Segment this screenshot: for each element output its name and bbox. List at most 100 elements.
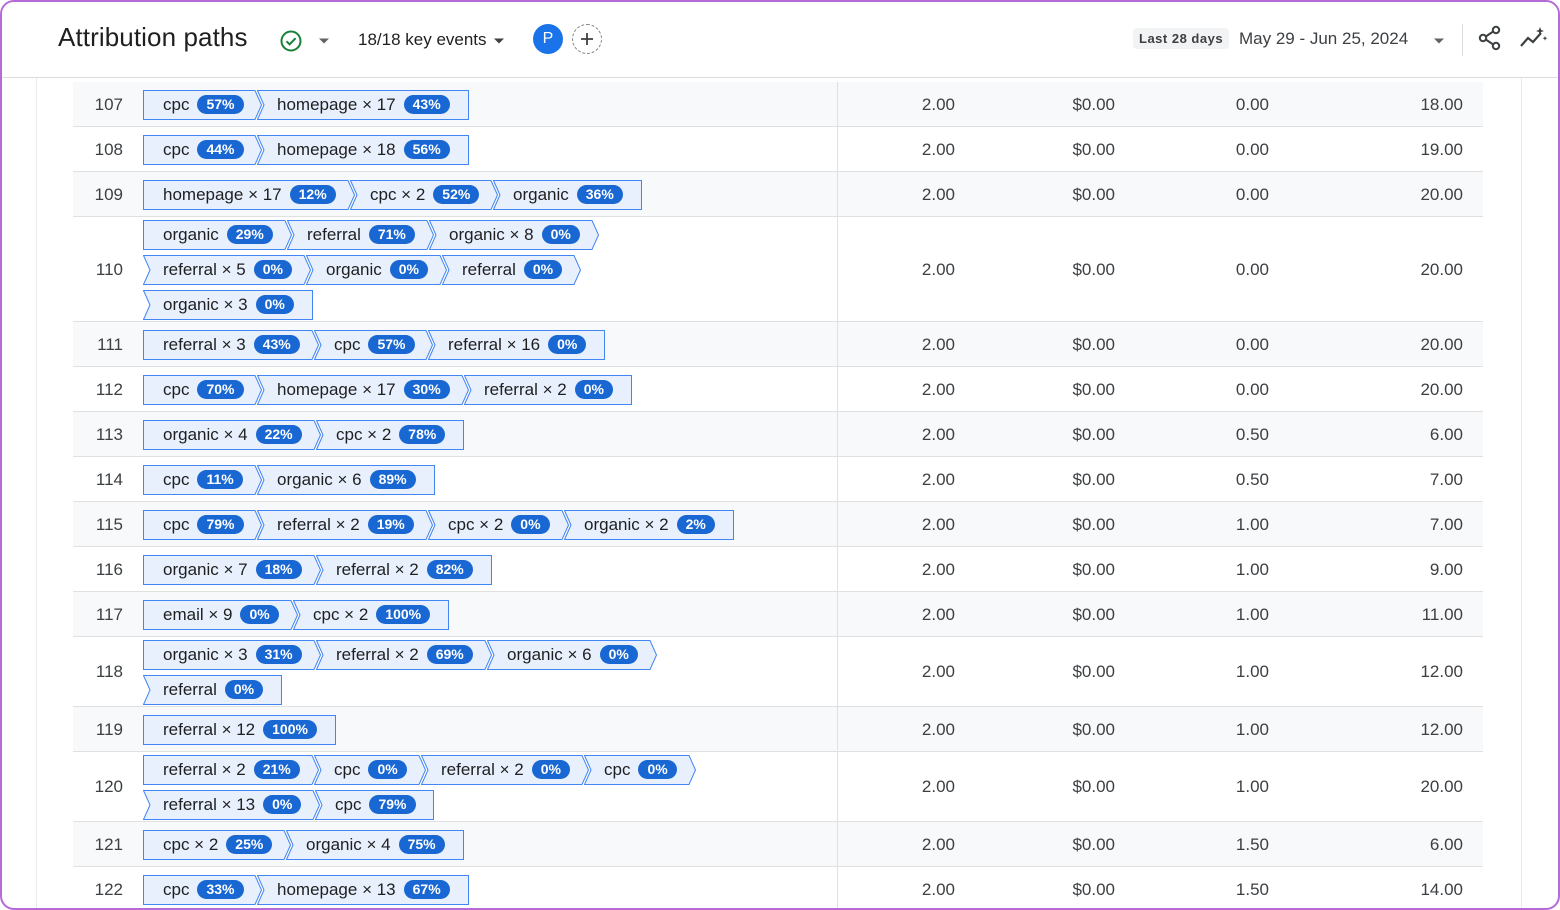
table-row[interactable]: 118 organic × 3 31% referral × 2 69% organic …	[73, 637, 1483, 707]
path-step-label: cpc × 2	[313, 604, 369, 624]
path-step-chip[interactable]: referral × 2 0%	[464, 374, 632, 405]
path-step-chip[interactable]: cpc 70%	[143, 374, 262, 405]
revenue-value: $0.00	[1072, 777, 1115, 796]
path-step-chip[interactable]: referral × 2 82%	[316, 554, 492, 585]
table-row[interactable]: 112 cpc 70% homepage × 17 30% referral × 2 0% 2…	[73, 367, 1483, 412]
row-number: 116	[95, 559, 123, 579]
credit-percent-badge: 31%	[255, 645, 302, 664]
table-row[interactable]: 117 email × 9 0% cpc × 2 100% 2.00 $0.00 1.00 11…	[73, 592, 1483, 637]
table-row[interactable]: 122 cpc 33% homepage × 13 67% 2.00 $0.00 1.50 14…	[73, 867, 1483, 908]
path-step-chip[interactable]: cpc × 2 52%	[350, 179, 498, 210]
path-step-chip[interactable]: referral × 2 69%	[316, 639, 492, 670]
touchpoints-value: 6.00	[1429, 424, 1463, 444]
path-step-chip[interactable]: organic 0%	[306, 254, 447, 285]
credit-percent-badge: 44%	[197, 140, 244, 159]
path-step-chip[interactable]: referral × 2 19%	[257, 509, 433, 540]
path-step-chip[interactable]: organic × 7 18%	[143, 554, 321, 585]
path-step-chip[interactable]: referral × 5 0%	[143, 254, 311, 285]
date-range-picker[interactable]: May 29 - Jun 25, 2024	[1239, 29, 1408, 49]
table-row[interactable]: 120 referral × 2 21% cpc 0% referral × 2 0% cpc…	[73, 752, 1483, 822]
path-step-chip[interactable]: cpc 0%	[584, 754, 696, 785]
path-step-chip[interactable]: referral 0%	[442, 254, 581, 285]
path-step-chip[interactable]: referral 0%	[143, 674, 282, 705]
path-step-chip[interactable]: cpc × 2 25%	[143, 829, 291, 860]
path-step-chip[interactable]: referral × 2 21%	[143, 754, 319, 785]
touchpoints-value: 6.00	[1429, 834, 1463, 854]
path-step-chip[interactable]: cpc 44%	[143, 134, 262, 165]
path-step-label: organic × 2	[584, 514, 669, 534]
path-step-chip[interactable]: referral × 13 0%	[143, 789, 320, 820]
days-to-event-value: 0.50	[1235, 469, 1269, 489]
check-circle-icon[interactable]	[279, 29, 303, 53]
path-step-chip[interactable]: cpc 33%	[143, 874, 262, 905]
path-step-chip[interactable]: referral × 16 0%	[428, 329, 605, 360]
table-row[interactable]: 111 referral × 3 43% cpc 57% referral × 16 0% 2…	[73, 322, 1483, 367]
table-row[interactable]: 108 cpc 44% homepage × 18 56% 2.00 $0.00 0.00 19…	[73, 127, 1483, 172]
path-step-chip[interactable]: organic × 8 0%	[429, 219, 599, 250]
table-row[interactable]: 115 cpc 79% referral × 2 19% cpc × 2 0% organic…	[73, 502, 1483, 547]
path-step-chip[interactable]: cpc × 2 78%	[316, 419, 464, 450]
path-step-chip[interactable]: homepage × 18 56%	[257, 134, 469, 165]
path-step-chip[interactable]: cpc 79%	[315, 789, 434, 820]
credit-percent-badge: 22%	[255, 425, 302, 444]
path-step-chip[interactable]: organic × 4 22%	[143, 419, 321, 450]
path-step-chip[interactable]: cpc × 2 100%	[293, 599, 449, 630]
key-events-selector[interactable]: 18/18 key events	[358, 30, 505, 50]
path-step-chip[interactable]: cpc 57%	[314, 329, 433, 360]
row-number: 114	[95, 469, 123, 489]
path-step-chip[interactable]: organic × 3 31%	[143, 639, 321, 670]
credit-percent-badge: 79%	[369, 795, 416, 814]
path-step-chip[interactable]: organic × 3 0%	[143, 289, 313, 320]
path-step-chip[interactable]: cpc 57%	[143, 89, 262, 120]
table-row[interactable]: 114 cpc 11% organic × 6 89% 2.00 $0.00 0.50 7.00	[73, 457, 1483, 502]
days-to-event-value: 1.50	[1235, 879, 1269, 899]
path-step-chip[interactable]: homepage × 17 12%	[143, 179, 355, 210]
path-step-chip[interactable]: organic × 6 0%	[487, 639, 657, 670]
path-step-chip[interactable]: organic 36%	[493, 179, 642, 210]
comparison-avatar[interactable]: P	[533, 24, 563, 54]
path-step-chip[interactable]: cpc 11%	[143, 464, 262, 495]
table-row[interactable]: 107 cpc 57% homepage × 17 43% 2.00 $0.00 0.00 18…	[73, 82, 1483, 127]
add-comparison-button[interactable]	[572, 24, 602, 54]
path-step-chip[interactable]: organic × 4 75%	[286, 829, 464, 860]
date-dropdown-caret-icon[interactable]	[1427, 29, 1451, 53]
path-step-chip[interactable]: cpc 0%	[314, 754, 426, 785]
credit-percent-badge: 0%	[574, 380, 613, 399]
title-menu-caret-icon[interactable]	[312, 29, 336, 53]
path-step-chip[interactable]: organic 29%	[143, 219, 292, 250]
path-step-label: referral × 2	[163, 759, 246, 779]
path-step-chip[interactable]: organic × 2 2%	[564, 509, 734, 540]
share-icon[interactable]	[1476, 24, 1504, 52]
table-row[interactable]: 119 referral × 12 100% 2.00 $0.00 1.00 12.00	[73, 707, 1483, 752]
path-step-chip[interactable]: referral × 12 100%	[143, 714, 336, 745]
path-step-chip[interactable]: organic × 6 89%	[257, 464, 435, 495]
credit-percent-badge: 57%	[197, 95, 244, 114]
path-step-chip[interactable]: cpc 79%	[143, 509, 262, 540]
path-step-label: homepage × 17	[277, 94, 396, 114]
path-step-chip[interactable]: referral 71%	[287, 219, 434, 250]
path-step-chip[interactable]: homepage × 17 30%	[257, 374, 469, 405]
table-row[interactable]: 110 organic 29% referral 71% organic × 8 0% ref…	[73, 217, 1483, 322]
table-row[interactable]: 121 cpc × 2 25% organic × 4 75% 2.00 $0.00 1.50…	[73, 822, 1483, 867]
days-to-event-value: 1.00	[1235, 514, 1269, 534]
table-row[interactable]: 116 organic × 7 18% referral × 2 82% 2.00 $0.0…	[73, 547, 1483, 592]
path-step-chip[interactable]: cpc × 2 0%	[428, 509, 569, 540]
path-step-chip[interactable]: homepage × 17 43%	[257, 89, 469, 120]
report-window: Attribution paths 18/18 key events P Las…	[0, 0, 1560, 910]
path-step-chip[interactable]: email × 9 0%	[143, 599, 298, 630]
row-number: 121	[94, 834, 123, 854]
table-row[interactable]: 109 homepage × 17 12% cpc × 2 52% organic 36% 2…	[73, 172, 1483, 217]
insights-icon[interactable]	[1518, 24, 1548, 52]
path-step-label: homepage × 13	[277, 879, 396, 899]
path-step-label: organic × 7	[163, 559, 248, 579]
path-step-chip[interactable]: referral × 3 43%	[143, 329, 319, 360]
row-number: 115	[95, 514, 123, 534]
plus-icon	[581, 33, 593, 45]
path-step-chip[interactable]: referral × 2 0%	[421, 754, 589, 785]
credit-percent-badge: 79%	[197, 515, 244, 534]
path-step-chip[interactable]: homepage × 13 67%	[257, 874, 469, 905]
revenue-value: $0.00	[1072, 514, 1115, 534]
path-step-label: organic × 6	[277, 469, 362, 489]
column-divider	[837, 547, 838, 591]
table-row[interactable]: 113 organic × 4 22% cpc × 2 78% 2.00 $0.00 0.50…	[73, 412, 1483, 457]
